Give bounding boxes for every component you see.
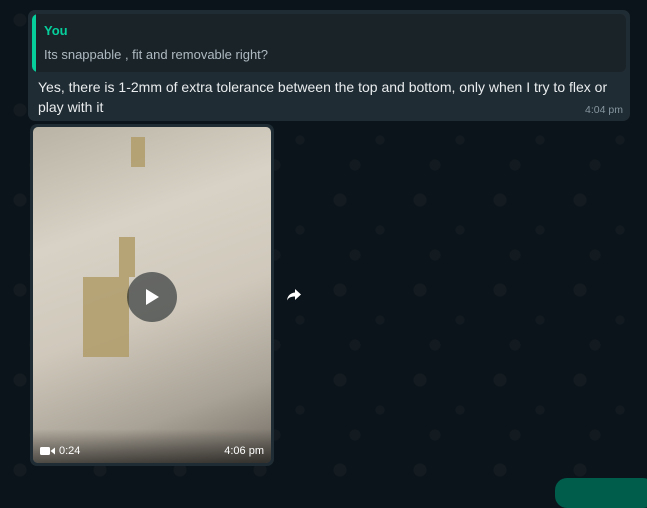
message-timestamp: 4:04 pm bbox=[585, 104, 623, 116]
quote-author: You bbox=[44, 23, 68, 38]
forward-icon bbox=[287, 289, 301, 301]
video-message-bubble[interactable]: 0:24 4:06 pm bbox=[30, 124, 274, 466]
video-duration: 0:24 bbox=[40, 445, 80, 457]
quoted-message[interactable]: You Its snappable , fit and removable ri… bbox=[32, 14, 626, 72]
video-footer: 0:24 4:06 pm bbox=[33, 429, 271, 463]
scroll-down-button[interactable] bbox=[555, 478, 647, 508]
play-button[interactable] bbox=[127, 272, 177, 322]
forward-button[interactable] bbox=[279, 280, 309, 310]
message-bubble[interactable]: You Its snappable , fit and removable ri… bbox=[28, 10, 630, 121]
message-text: Yes, there is 1-2mm of extra tolerance b… bbox=[38, 79, 608, 115]
quote-text: Its snappable , fit and removable right? bbox=[44, 47, 269, 62]
video-camera-icon bbox=[40, 447, 55, 455]
video-duration-text: 0:24 bbox=[59, 445, 81, 457]
thumbnail-detail bbox=[119, 237, 135, 277]
thumbnail-detail bbox=[131, 137, 145, 167]
video-thumbnail[interactable]: 0:24 4:06 pm bbox=[33, 127, 271, 463]
play-icon bbox=[146, 289, 159, 305]
video-timestamp: 4:06 pm bbox=[224, 445, 264, 457]
quote-accent-bar bbox=[32, 14, 36, 72]
thumbnail-detail bbox=[83, 277, 129, 357]
